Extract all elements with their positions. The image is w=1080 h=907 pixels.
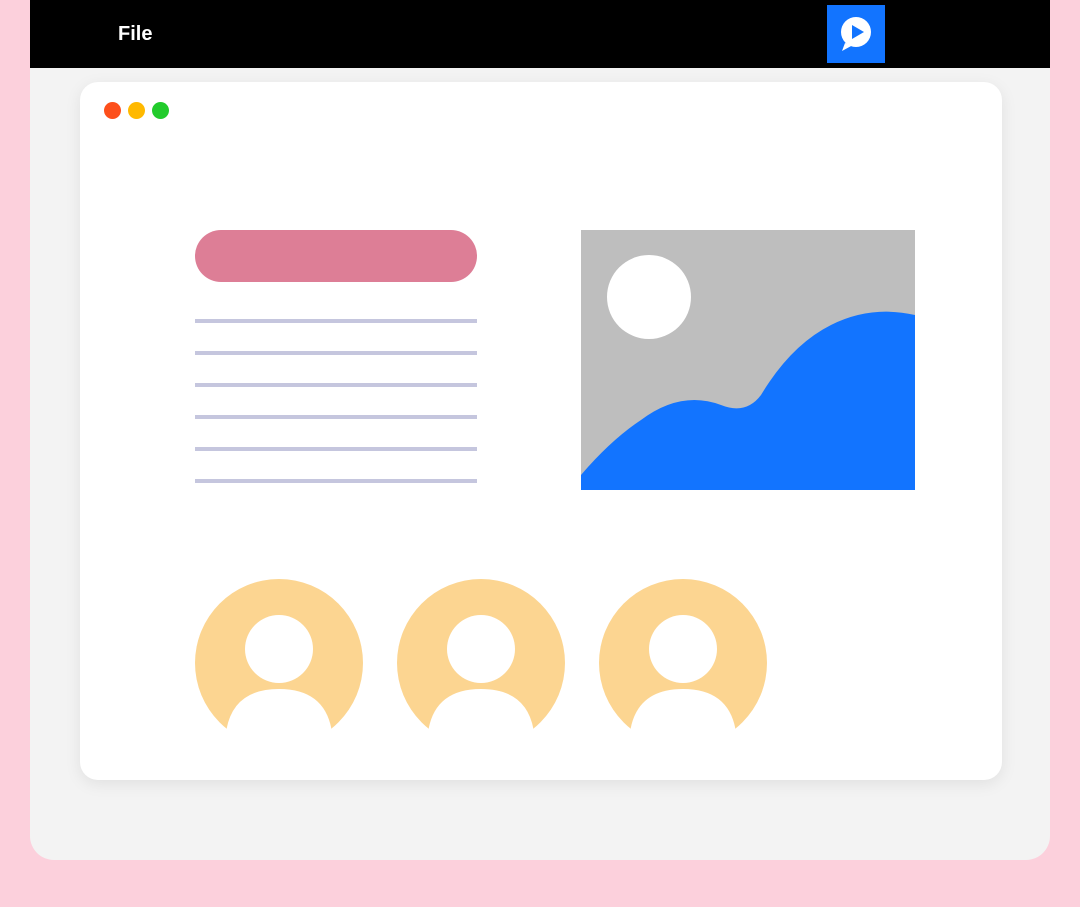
app-window: File: [30, 0, 1050, 860]
avatar-placeholder: [599, 579, 767, 729]
text-column: [195, 230, 477, 511]
maximize-button[interactable]: [152, 102, 169, 119]
window-controls: [104, 102, 169, 119]
chat-play-icon: [835, 13, 877, 55]
close-button[interactable]: [104, 102, 121, 119]
top-row: [195, 230, 915, 511]
content-panel: [80, 82, 1002, 780]
titlebar: File: [30, 0, 1050, 68]
image-placeholder: [581, 230, 915, 490]
heading-placeholder: [195, 230, 477, 282]
body-content: [195, 230, 915, 729]
text-line-placeholder: [195, 415, 477, 419]
text-line-placeholder: [195, 383, 477, 387]
text-line-placeholder: [195, 447, 477, 451]
text-line-placeholder: [195, 351, 477, 355]
app-logo[interactable]: [827, 5, 885, 63]
text-line-placeholder: [195, 479, 477, 483]
avatar-placeholder: [397, 579, 565, 729]
mountain-icon: [581, 310, 915, 490]
text-line-placeholder: [195, 319, 477, 323]
minimize-button[interactable]: [128, 102, 145, 119]
avatars-row: [195, 579, 915, 729]
avatar-placeholder: [195, 579, 363, 729]
file-menu[interactable]: File: [118, 23, 152, 46]
